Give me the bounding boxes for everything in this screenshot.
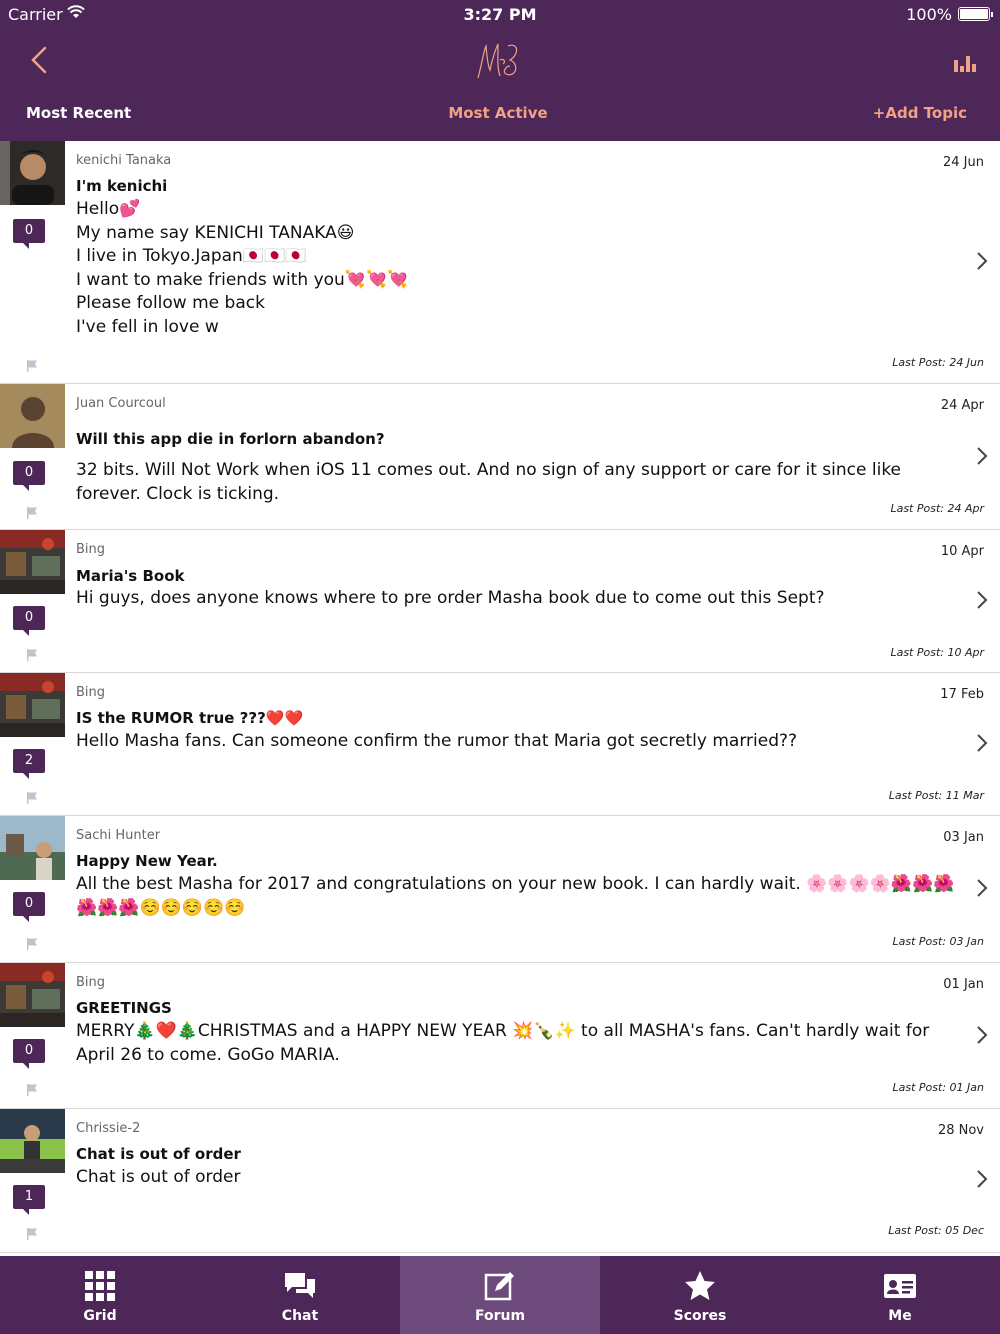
avatar <box>0 816 65 880</box>
topic-date: 17 Feb <box>940 687 984 702</box>
top-header: Carrier 3:27 PM 100% Most Active Most Re… <box>0 0 1000 141</box>
last-post-label: Last Post: 24 Jun <box>892 356 984 369</box>
avatar <box>0 530 65 594</box>
tab-label: Scores <box>673 1308 727 1324</box>
topic-body: Chat is out of order <box>76 1167 241 1187</box>
topic-date: 03 Jan <box>943 830 984 845</box>
topic-title: GREETINGS <box>76 999 172 1017</box>
reply-count-badge: 0 <box>13 892 45 922</box>
tab-scores[interactable]: Scores <box>600 1256 800 1334</box>
topic-author: Bing <box>76 975 106 990</box>
stats-chart-icon[interactable] <box>950 52 982 76</box>
add-topic-button[interactable]: +Add Topic <box>873 104 967 122</box>
topic-date: 28 Nov <box>937 1123 984 1138</box>
topic-author: Chrissie-2 <box>76 1121 141 1136</box>
avatar <box>0 141 65 205</box>
chevron-right-icon[interactable] <box>976 251 988 271</box>
flag-icon[interactable] <box>25 359 39 373</box>
profile-card-icon <box>884 1274 916 1298</box>
last-post-label: Last Post: 05 Dec <box>888 1224 984 1237</box>
flag-icon[interactable] <box>25 506 39 520</box>
topic-author: Juan Courcoul <box>76 396 166 411</box>
flag-icon[interactable] <box>25 1083 39 1097</box>
topic-body: 32 bits. Will Not Work when iOS 11 comes… <box>76 460 902 504</box>
topic-date: 24 Jun <box>943 155 984 170</box>
flag-icon[interactable] <box>25 1227 39 1241</box>
tab-label: Chat <box>281 1308 319 1324</box>
last-post-label: Last Post: 11 Mar <box>888 789 984 802</box>
avatar <box>0 384 65 448</box>
tab-chat[interactable]: Chat <box>200 1256 400 1334</box>
star-icon <box>685 1271 715 1300</box>
topic-author: Bing <box>76 542 106 557</box>
topic-title: Happy New Year. <box>76 852 218 870</box>
avatar <box>0 963 65 1027</box>
topic-title: IS the RUMOR true ???❤️❤️ <box>76 709 304 727</box>
status-bar: Carrier 3:27 PM 100% <box>0 0 1000 28</box>
chat-bubbles-icon <box>285 1273 315 1298</box>
battery-icon <box>958 7 993 21</box>
topic-title: Will this app die in forlorn abandon? <box>76 430 385 448</box>
battery-percent: 100% <box>906 5 952 24</box>
topic-row[interactable]: 1 Chrissie-2 28 Nov Chat is out of order… <box>0 1109 1000 1253</box>
last-post-label: Last Post: 01 Jan <box>892 1081 984 1094</box>
topic-title: Maria's Book <box>76 567 185 585</box>
tab-me[interactable]: Me <box>800 1256 1000 1334</box>
topic-body: Hello💕 My name say KENICHI TANAKA😃 I liv… <box>76 199 409 337</box>
tab-grid[interactable]: Grid <box>0 1256 200 1334</box>
topic-author: Sachi Hunter <box>76 828 161 843</box>
flag-icon[interactable] <box>25 791 39 805</box>
chevron-right-icon[interactable] <box>976 733 988 753</box>
topic-date: 24 Apr <box>940 398 984 413</box>
reply-count-badge: 0 <box>13 1039 45 1069</box>
chevron-right-icon[interactable] <box>976 446 988 466</box>
clock: 3:27 PM <box>463 5 537 24</box>
tab-most-recent[interactable]: Most Recent <box>26 104 131 122</box>
tab-forum[interactable]: Forum <box>400 1256 600 1334</box>
flag-icon[interactable] <box>25 648 39 662</box>
reply-count-badge: 0 <box>13 461 45 491</box>
signature-logo-icon <box>477 43 518 79</box>
tab-label: Forum <box>474 1308 526 1324</box>
avatar <box>0 1109 65 1173</box>
tab-most-active[interactable]: Most Active <box>0 104 996 122</box>
topic-row[interactable]: 2 Bing 17 Feb IS the RUMOR true ???❤️❤️ … <box>0 673 1000 816</box>
topic-author: Bing <box>76 685 106 700</box>
chevron-right-icon[interactable] <box>976 1025 988 1045</box>
topic-body: All the best Masha for 2017 and congratu… <box>76 874 955 918</box>
topic-body: Hello Masha fans. Can someone confirm th… <box>76 731 798 751</box>
topic-row[interactable]: 0 Juan Courcoul 24 Apr Will this app die… <box>0 384 1000 530</box>
reply-count-badge: 0 <box>13 219 45 249</box>
last-post-label: Last Post: 24 Apr <box>890 502 984 515</box>
chevron-right-icon[interactable] <box>976 590 988 610</box>
reply-count-badge: 0 <box>13 606 45 636</box>
back-chevron-icon[interactable] <box>22 42 58 78</box>
last-post-label: Last Post: 03 Jan <box>892 935 984 948</box>
last-post-label: Last Post: 10 Apr <box>890 646 984 659</box>
topic-title: I'm kenichi <box>76 177 168 195</box>
topic-body: MERRY🎄❤️🎄CHRISTMAS and a HAPPY NEW YEAR … <box>76 1021 930 1065</box>
tab-label: Grid <box>83 1308 117 1324</box>
topic-date: 10 Apr <box>940 544 984 559</box>
reply-count-badge: 2 <box>13 749 45 779</box>
compose-icon <box>484 1272 514 1301</box>
grid-icon <box>85 1271 115 1301</box>
topic-row[interactable]: 0 Bing 10 Apr Maria's Book Hi guys, does… <box>0 530 1000 673</box>
topic-date: 01 Jan <box>943 977 984 992</box>
topic-row[interactable]: 0 kenichi Tanaka 24 Jun I'm kenichi Hell… <box>0 141 1000 384</box>
topic-list[interactable]: 0 kenichi Tanaka 24 Jun I'm kenichi Hell… <box>0 141 1000 1256</box>
tab-label: Me <box>888 1308 912 1324</box>
bottom-tab-bar: Grid Chat Forum Scores Me <box>0 1256 1000 1334</box>
chevron-right-icon[interactable] <box>976 1169 988 1189</box>
topic-body: Hi guys, does anyone knows where to pre … <box>76 588 825 608</box>
topic-title: Chat is out of order <box>76 1145 241 1163</box>
flag-icon[interactable] <box>25 937 39 951</box>
chevron-right-icon[interactable] <box>976 878 988 898</box>
sort-tabs: Most Active Most Recent +Add Topic <box>0 100 1000 130</box>
topic-row[interactable]: 0 Sachi Hunter 03 Jan Happy New Year. Al… <box>0 816 1000 963</box>
topic-row[interactable]: 0 Bing 01 Jan GREETINGS MERRY🎄❤️🎄CHRISTM… <box>0 963 1000 1109</box>
avatar <box>0 673 65 737</box>
topic-author: kenichi Tanaka <box>76 153 172 168</box>
reply-count-badge: 1 <box>13 1185 45 1215</box>
